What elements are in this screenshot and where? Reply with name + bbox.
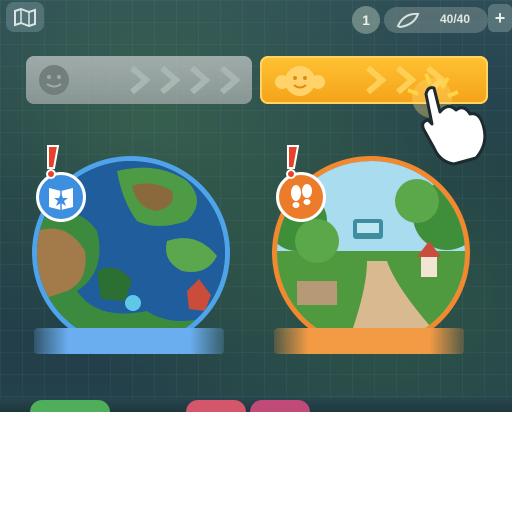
bottom-menu-button[interactable]: [30, 400, 110, 412]
game-screen: 1 40/40 +: [0, 0, 512, 412]
smiling-creature-icon: [275, 66, 325, 96]
alert-exclamation-icon: [286, 145, 300, 179]
face-icon: [39, 65, 69, 95]
stamina-bar: 40/40: [384, 7, 488, 33]
world-map-card[interactable]: [32, 145, 232, 354]
top-bar: 1 40/40 +: [0, 0, 512, 40]
world-map-icon: [14, 7, 36, 27]
chevrons-decoration-icon: [130, 65, 241, 95]
add-stamina-button[interactable]: +: [488, 4, 512, 32]
alert-exclamation-icon: [46, 145, 60, 179]
walking-path-card[interactable]: [272, 145, 472, 354]
bottom-menu-button[interactable]: [186, 400, 246, 412]
map-button[interactable]: [6, 2, 44, 32]
card-label-banner: [274, 328, 464, 354]
leaf-energy-icon: [396, 12, 420, 29]
star-book-icon: [49, 188, 73, 210]
footprints-icon: [291, 184, 312, 208]
player-level-badge: 1: [352, 6, 380, 34]
stamina-value: 40/40: [439, 12, 470, 26]
card-label-banner: [34, 328, 224, 354]
inactive-tab[interactable]: [26, 56, 252, 104]
bottom-menu-button[interactable]: [250, 400, 310, 412]
